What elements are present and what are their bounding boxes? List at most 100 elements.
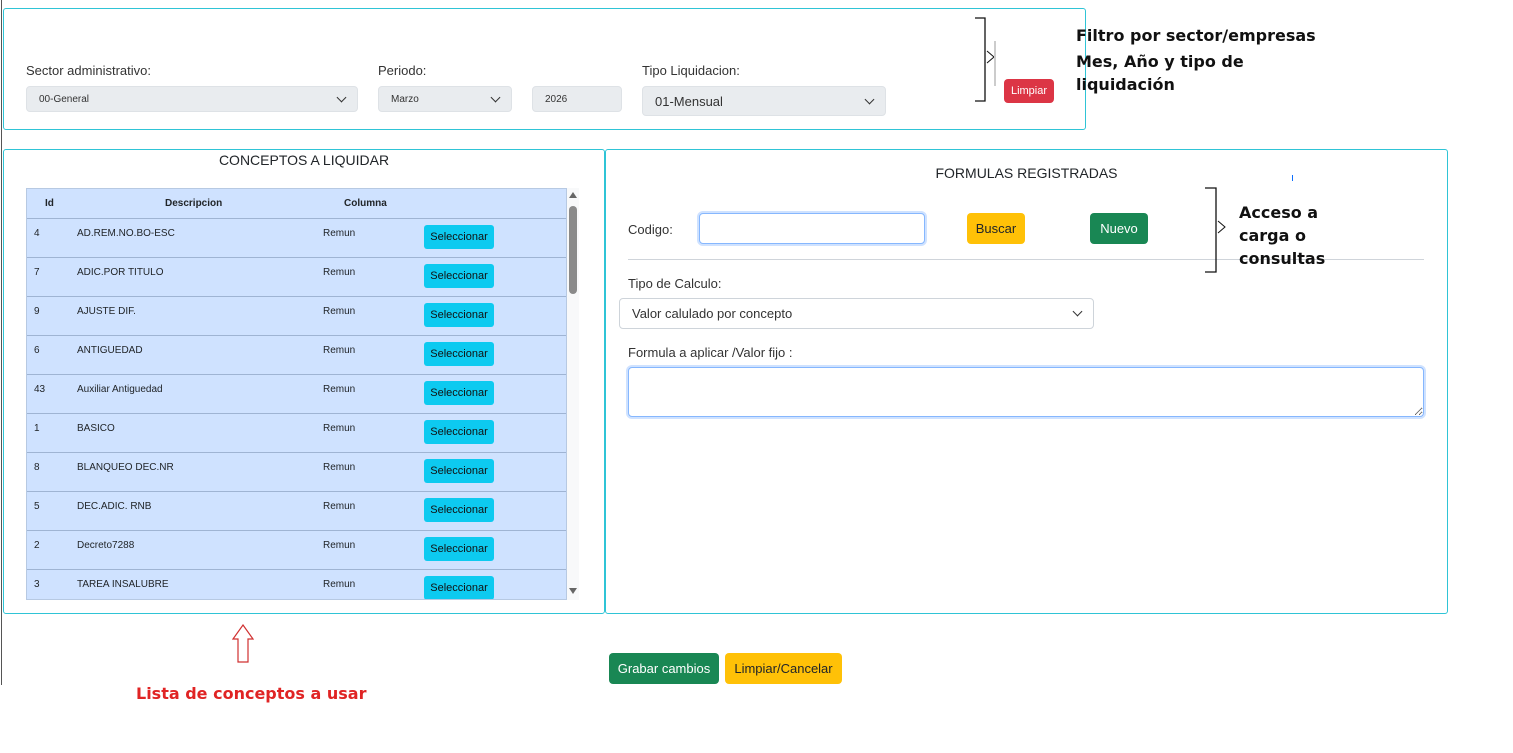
tipo-calculo-label: Tipo de Calculo: (628, 276, 722, 291)
table-row: 8 BLANQUEO DEC.NR Remun Seleccionar (27, 453, 566, 492)
row-descripcion: AD.REM.NO.BO-ESC (77, 228, 175, 239)
month-select-value: Marzo (391, 93, 419, 105)
month-select[interactable]: Marzo (378, 86, 512, 112)
scroll-down-icon[interactable] (569, 588, 577, 594)
table-row: 1 BASICO Remun Seleccionar (27, 414, 566, 453)
row-id: 1 (34, 423, 40, 434)
seleccionar-button[interactable]: Seleccionar (424, 303, 494, 327)
row-id: 3 (34, 579, 40, 590)
row-descripcion: TAREA INSALUBRE (77, 579, 169, 590)
table-row: 7 ADIC.POR TITULO Remun Seleccionar (27, 258, 566, 297)
tipo-calculo-value: Valor calulado por concepto (632, 306, 793, 321)
cancelar-button[interactable]: Limpiar/Cancelar (725, 653, 842, 684)
row-id: 6 (34, 345, 40, 356)
header-columna: Columna (344, 198, 387, 209)
formulas-title: FORMULAS REGISTRADAS (935, 165, 1118, 181)
formula-textarea[interactable] (628, 367, 1424, 417)
chevron-down-icon (490, 92, 501, 102)
row-id: 7 (34, 267, 40, 278)
access-annotation-line1: Acceso a (1239, 203, 1319, 222)
access-bracket-icon (1205, 187, 1226, 273)
filter-bracket-icon (975, 17, 996, 102)
up-arrow-icon (232, 624, 254, 663)
row-columna: Remun (323, 306, 356, 317)
scroll-up-icon[interactable] (569, 192, 577, 198)
table-row: 5 DEC.ADIC. RNB Remun Seleccionar (27, 492, 566, 531)
seleccionar-button[interactable]: Seleccionar (424, 264, 494, 288)
access-annotation-line2: carga o (1239, 226, 1306, 245)
seleccionar-button[interactable]: Seleccionar (424, 381, 494, 405)
row-columna: Remun (323, 228, 356, 239)
seleccionar-button[interactable]: Seleccionar (424, 459, 494, 483)
periodo-label: Periodo: (378, 63, 427, 78)
row-columna: Remun (323, 423, 356, 434)
buscar-button[interactable]: Buscar (967, 213, 1025, 244)
row-columna: Remun (323, 345, 356, 356)
chevron-down-icon (336, 92, 347, 102)
tipo-liquidacion-select[interactable]: 01-Mensual (642, 86, 886, 116)
row-descripcion: AJUSTE DIF. (77, 306, 136, 317)
tipo-liquidacion-value: 01-Mensual (655, 93, 723, 109)
row-columna: Remun (323, 540, 356, 551)
row-descripcion: Decreto7288 (77, 540, 135, 551)
row-descripcion: BLANQUEO DEC.NR (77, 462, 174, 473)
row-descripcion: ANTIGUEDAD (77, 345, 143, 356)
scroll-thumb[interactable] (569, 206, 577, 294)
table-row: 43 Auxiliar Antiguedad Remun Seleccionar (27, 375, 566, 414)
formula-label: Formula a aplicar /Valor fijo : (628, 345, 793, 360)
row-columna: Remun (323, 501, 356, 512)
table-row: 3 TAREA INSALUBRE Remun Seleccionar (27, 570, 566, 599)
access-annotation-line3: consultas (1239, 249, 1326, 268)
table-scrollbar[interactable] (567, 188, 579, 600)
year-input[interactable]: 2026 (532, 86, 622, 112)
limpiar-button[interactable]: Limpiar (1004, 79, 1054, 103)
sector-select[interactable]: 00-General (26, 86, 358, 112)
chevron-down-icon (1072, 306, 1083, 317)
tiny-mark (1292, 175, 1293, 181)
table-row: 6 ANTIGUEDAD Remun Seleccionar (27, 336, 566, 375)
table-row: 2 Decreto7288 Remun Seleccionar (27, 531, 566, 570)
chevron-down-icon (864, 94, 875, 104)
seleccionar-button[interactable]: Seleccionar (424, 576, 494, 599)
row-id: 8 (34, 462, 40, 473)
nuevo-button[interactable]: Nuevo (1090, 213, 1148, 244)
table-row: 4 AD.REM.NO.BO-ESC Remun Seleccionar (27, 219, 566, 258)
row-columna: Remun (323, 267, 356, 278)
list-annotation: Lista de conceptos a usar (136, 684, 367, 703)
row-descripcion: ADIC.POR TITULO (77, 267, 164, 278)
table-header: Id Descripcion Columna (27, 189, 566, 219)
left-edge-line (1, 0, 2, 685)
sector-select-value: 00-General (39, 93, 90, 105)
row-columna: Remun (323, 579, 356, 590)
row-id: 9 (34, 306, 40, 317)
row-id: 5 (34, 501, 40, 512)
row-id: 43 (34, 384, 46, 395)
filter-annotation-line1: Filtro por sector/empresas (1076, 26, 1316, 45)
row-id: 2 (34, 540, 40, 551)
filter-annotation-line2: Mes, Año y tipo de (1076, 52, 1244, 71)
row-descripcion: BASICO (77, 423, 115, 434)
row-columna: Remun (323, 384, 356, 395)
filter-annotation-line3: liquidación (1076, 75, 1175, 94)
row-columna: Remun (323, 462, 356, 473)
sector-label: Sector administrativo: (26, 63, 151, 78)
header-descripcion: Descripcion (165, 198, 223, 209)
codigo-input[interactable] (699, 213, 925, 244)
concepts-title: CONCEPTOS A LIQUIDAR (218, 152, 390, 168)
tipo-calculo-select[interactable]: Valor calulado por concepto (619, 298, 1094, 329)
seleccionar-button[interactable]: Seleccionar (424, 342, 494, 366)
row-descripcion: Auxiliar Antiguedad (77, 384, 163, 395)
row-id: 4 (34, 228, 40, 239)
seleccionar-button[interactable]: Seleccionar (424, 225, 494, 249)
year-input-value: 2026 (545, 93, 568, 105)
grabar-button[interactable]: Grabar cambios (609, 653, 719, 684)
row-descripcion: DEC.ADIC. RNB (77, 501, 152, 512)
header-id: Id (45, 198, 54, 209)
seleccionar-button[interactable]: Seleccionar (424, 498, 494, 522)
seleccionar-button[interactable]: Seleccionar (424, 537, 494, 561)
table-row: 9 AJUSTE DIF. Remun Seleccionar (27, 297, 566, 336)
tipo-liquidacion-label: Tipo Liquidacion: (642, 63, 740, 78)
seleccionar-button[interactable]: Seleccionar (424, 420, 494, 444)
codigo-label: Codigo: (628, 222, 673, 237)
concepts-table: Id Descripcion Columna 4 AD.REM.NO.BO-ESC… (26, 188, 567, 600)
